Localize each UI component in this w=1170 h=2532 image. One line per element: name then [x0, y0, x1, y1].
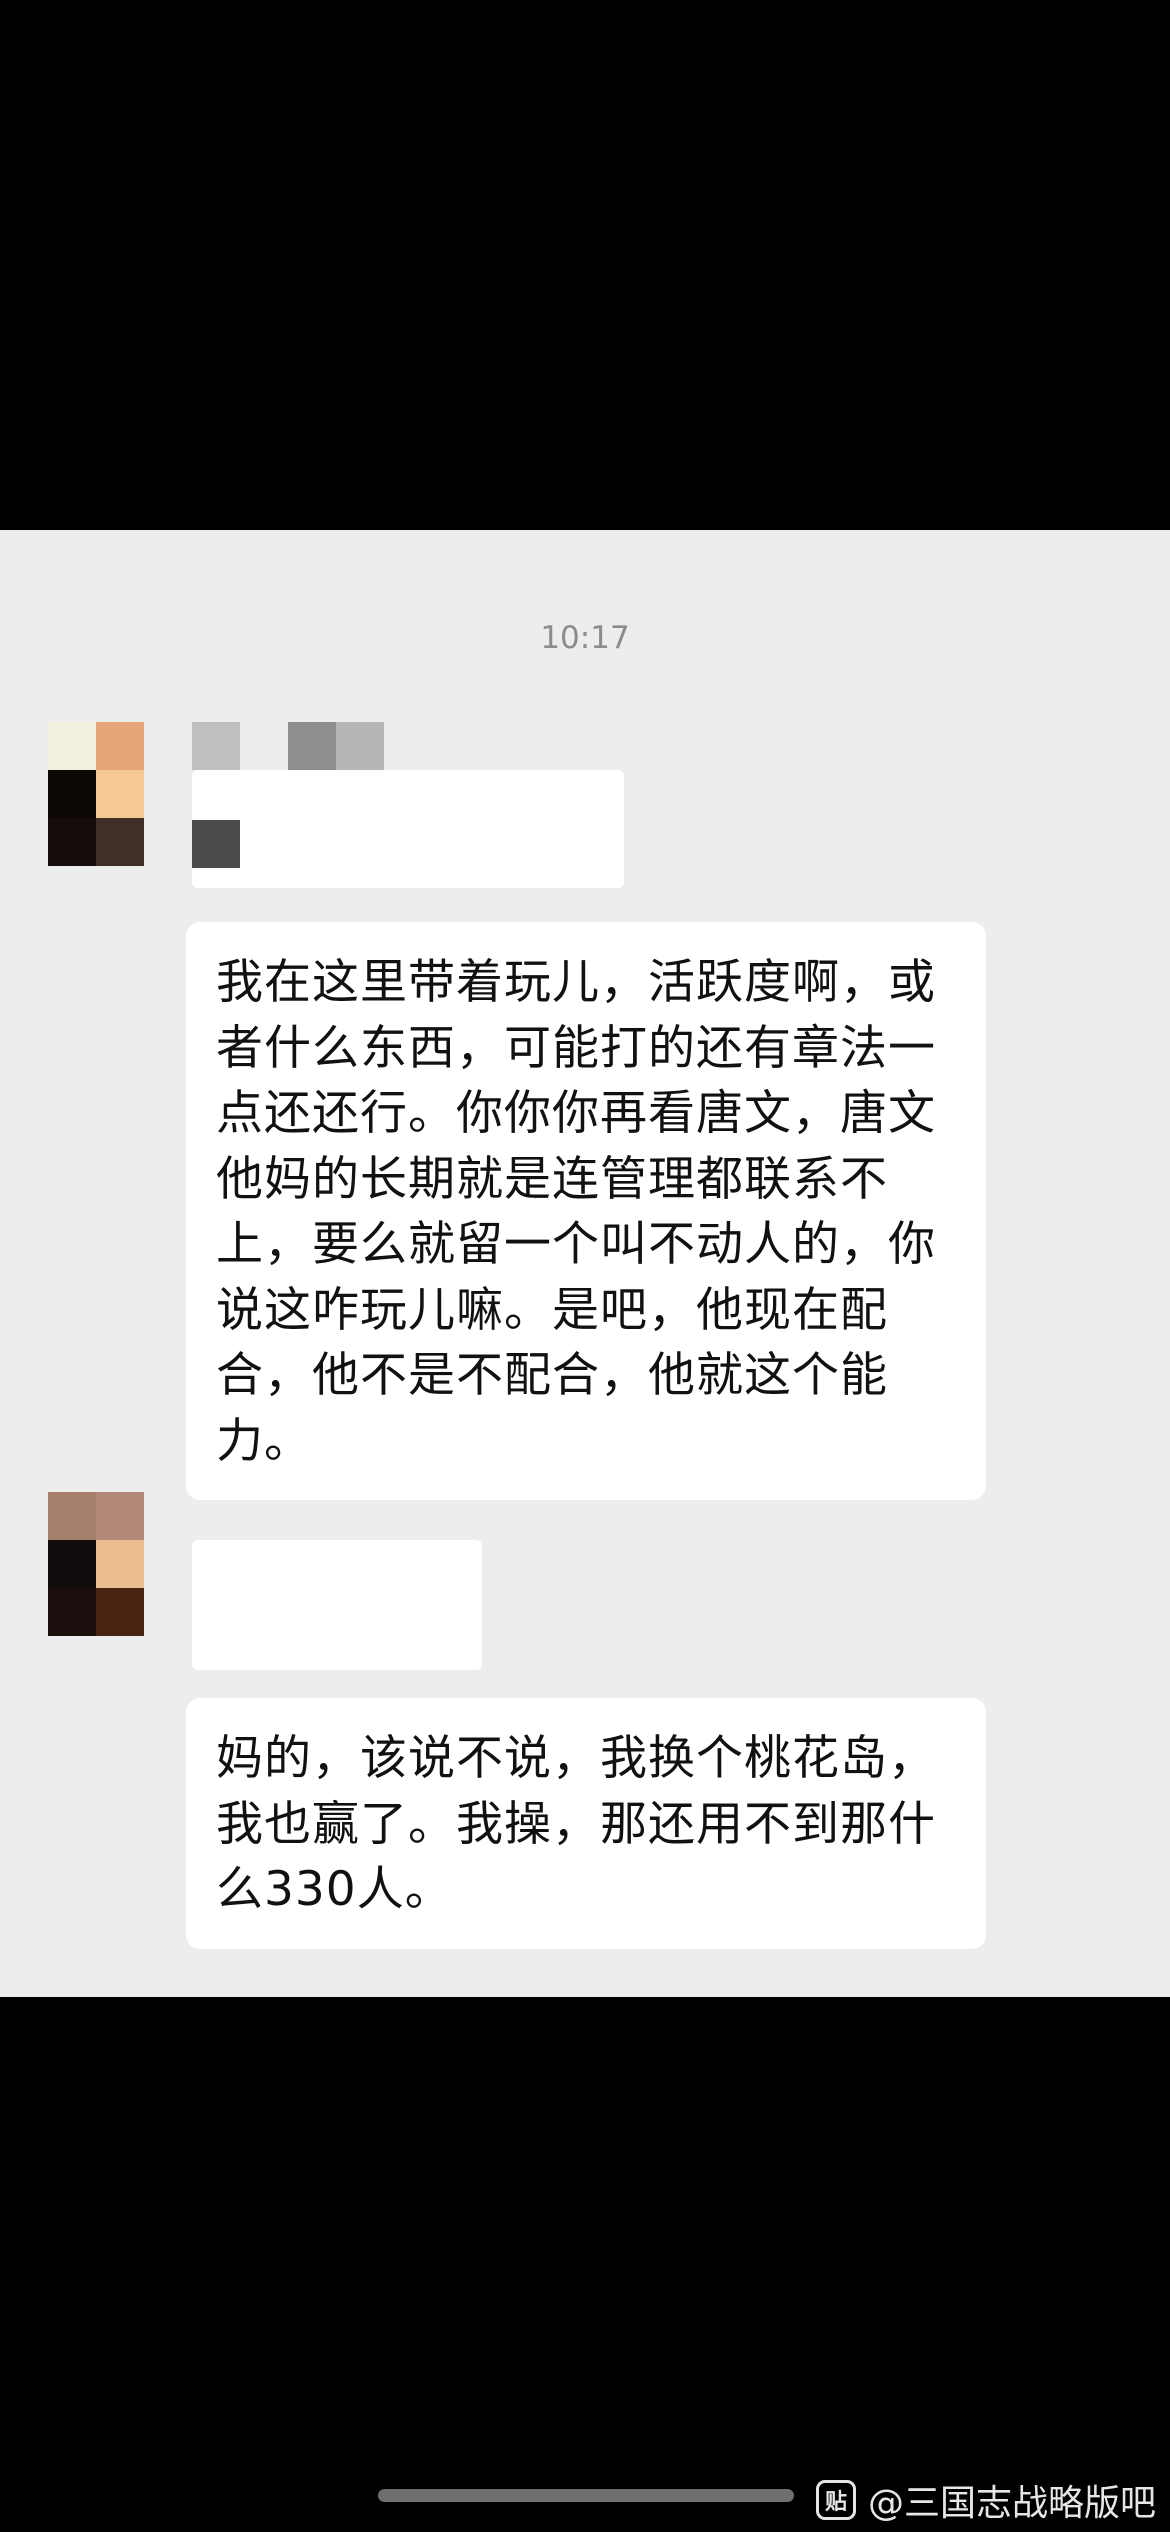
avatar-pixel [48, 770, 96, 818]
avatar-pixel [48, 1492, 96, 1540]
avatar-pixel [96, 1540, 144, 1588]
avatar-pixel [96, 1492, 144, 1540]
screenshot: 10:17 我在这里带着玩儿，活跃度啊，或者什么东西，可能打的还有章法一点还还行… [0, 0, 1170, 2532]
home-indicator[interactable] [378, 2489, 794, 2502]
chat-panel[interactable]: 10:17 我在这里带着玩儿，活跃度啊，或者什么东西，可能打的还有章法一点还还行… [0, 530, 1170, 1997]
redacted-message-bubble [192, 1540, 482, 1670]
message-bubble[interactable]: 我在这里带着玩儿，活跃度啊，或者什么东西，可能打的还有章法一点还还行。你你你再看… [186, 922, 986, 1500]
avatar-pixel [96, 1588, 144, 1636]
avatar-pixel [48, 818, 96, 866]
tieba-logo-icon: 贴 [815, 2480, 856, 2520]
sender-name-blurred [192, 722, 384, 770]
sender-avatar-blurred[interactable] [48, 1492, 144, 1636]
avatar-pixel [96, 770, 144, 818]
name-blur-gap [240, 722, 288, 770]
avatar-pixel [48, 1588, 96, 1636]
content-blur-pixel [192, 820, 240, 868]
watermark: 贴 @三国志战略版吧 [815, 2474, 1156, 2526]
avatar-pixel [96, 818, 144, 866]
name-blur-pixel [192, 722, 240, 770]
name-blur-pixel [336, 722, 384, 770]
message-timestamp: 10:17 [540, 620, 630, 656]
redacted-message-bubble [192, 770, 624, 888]
message-bubble[interactable]: 妈的，该说不说，我换个桃花岛，我也赢了。我操，那还用不到那什么330人。 [186, 1698, 986, 1949]
avatar-pixel [48, 1540, 96, 1588]
watermark-text: @三国志战略版吧 [867, 2483, 1156, 2524]
redacted-content-blur [192, 820, 240, 868]
message-text: 我在这里带着玩儿，活跃度啊，或者什么东西，可能打的还有章法一点还还行。你你你再看… [216, 955, 936, 1469]
avatar-pixel [96, 722, 144, 770]
avatar-pixel [48, 722, 96, 770]
sender-avatar-blurred[interactable] [48, 722, 144, 866]
name-blur-pixel [288, 722, 336, 770]
message-text: 妈的，该说不说，我换个桃花岛，我也赢了。我操，那还用不到那什么330人。 [216, 1731, 936, 1917]
